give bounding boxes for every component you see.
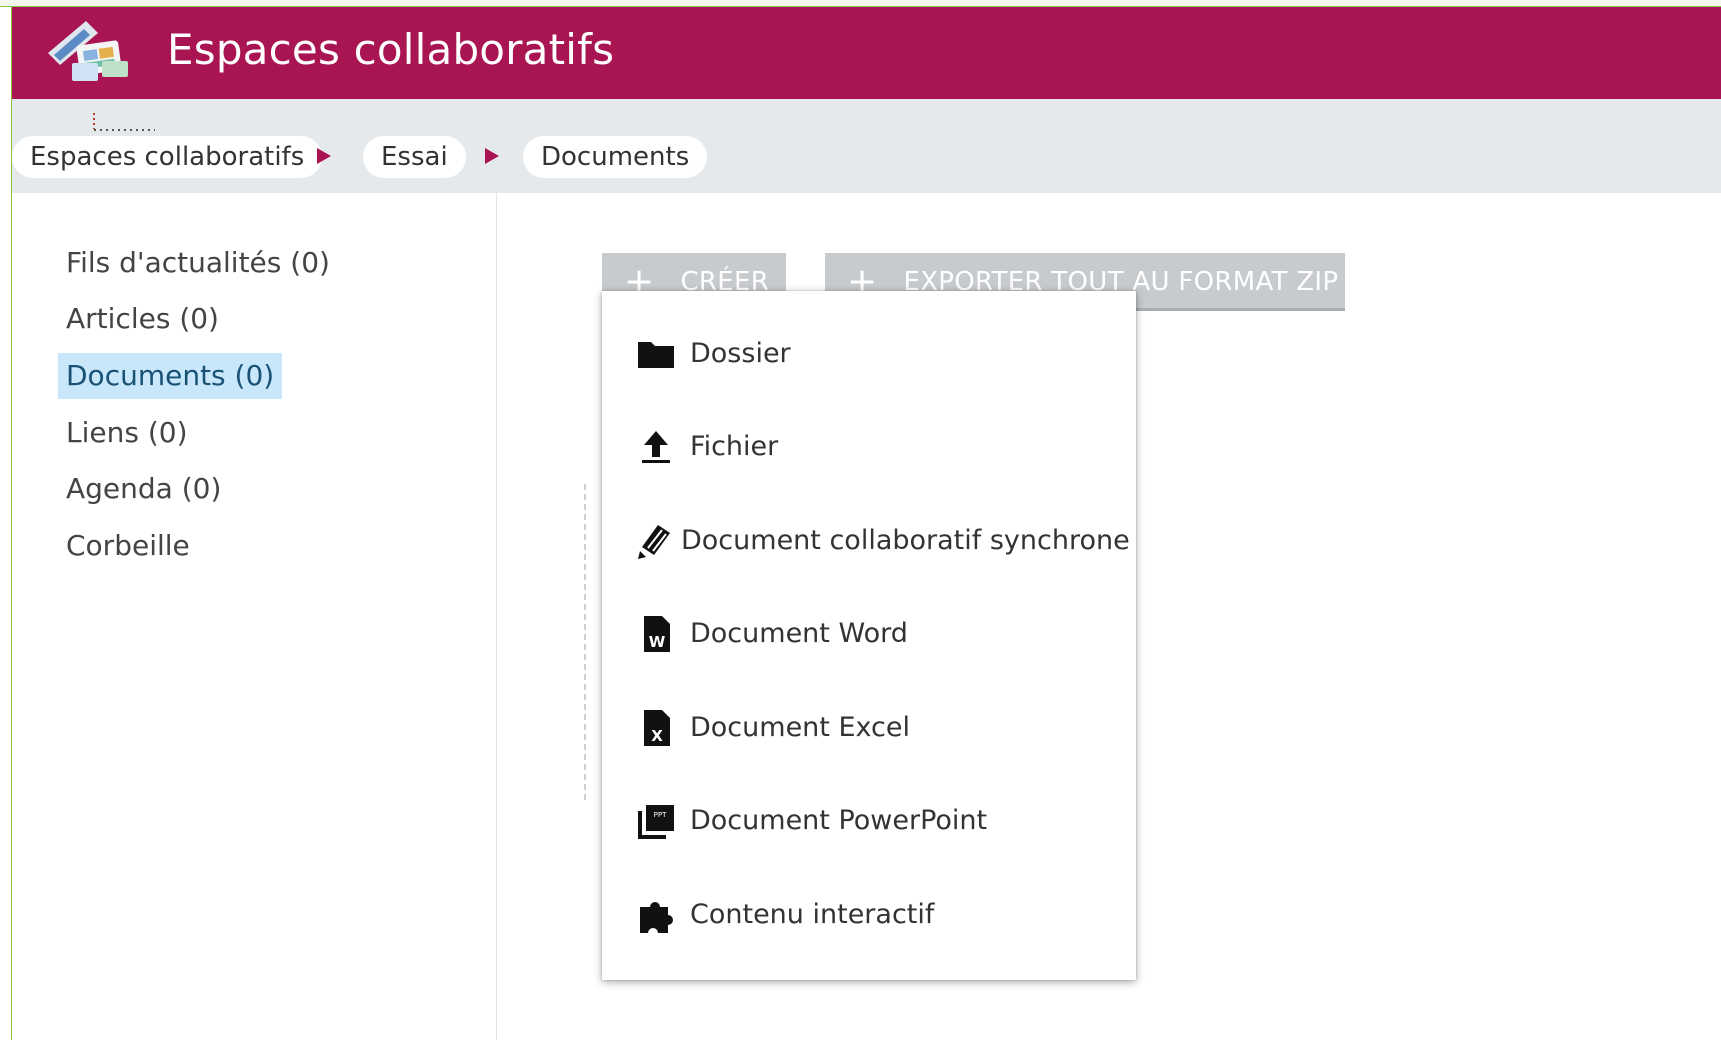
- powerpoint-doc-icon: PPT: [638, 805, 674, 839]
- menu-item-label: Document PowerPoint: [690, 805, 988, 836]
- folder-icon: [638, 342, 674, 368]
- dotted-focus-marker: [93, 113, 155, 131]
- sidebar-item-documents[interactable]: Documents (0): [58, 353, 283, 399]
- app-window: Espaces collaboratifs Espaces collaborat…: [0, 0, 1721, 1040]
- app-title: Espaces collaboratifs: [167, 25, 615, 74]
- menu-item-dossier[interactable]: Dossier: [602, 314, 1136, 394]
- menu-item-fichier[interactable]: Fichier: [602, 407, 1136, 487]
- menu-item-contenu-interactif[interactable]: Contenu interactif: [602, 875, 1136, 955]
- sidebar-item-fils-actualites[interactable]: Fils d'actualités (0): [58, 240, 338, 286]
- breadcrumb-item-espaces[interactable]: Espaces collaboratifs: [12, 136, 323, 178]
- puzzle-icon: [640, 902, 673, 933]
- window-top-edge: [0, 0, 1721, 7]
- menu-item-label: Document collaboratif synchrone: [681, 525, 1130, 556]
- svg-text:PPT: PPT: [654, 811, 667, 819]
- breadcrumb-separator-icon: [317, 148, 331, 164]
- menu-item-label: Contenu interactif: [690, 899, 935, 930]
- app-header: Espaces collaboratifs: [12, 7, 1721, 99]
- menu-item-label: Dossier: [690, 338, 791, 369]
- menu-item-document-powerpoint[interactable]: PPT Document PowerPoint: [602, 781, 1136, 861]
- menu-item-label: Fichier: [690, 431, 779, 462]
- breadcrumb-item-essai[interactable]: Essai: [363, 136, 466, 178]
- breadcrumb-item-documents[interactable]: Documents: [523, 136, 708, 178]
- create-menu: Dossier Fichier Document collaboratif sy…: [602, 291, 1136, 980]
- svg-text:W: W: [649, 633, 666, 651]
- excel-doc-icon: X: [644, 710, 670, 746]
- menu-item-label: Document Word: [690, 618, 908, 649]
- menu-item-document-collaboratif-synchrone[interactable]: Document collaboratif synchrone: [602, 501, 1136, 581]
- sync-doc-icon: [638, 525, 670, 559]
- menu-item-document-excel[interactable]: X Document Excel: [602, 688, 1136, 768]
- sidebar-item-agenda[interactable]: Agenda (0): [58, 466, 229, 512]
- drop-zone-border: [584, 484, 588, 800]
- upload-icon: [642, 431, 670, 463]
- svg-text:X: X: [651, 727, 663, 745]
- word-doc-icon: W: [644, 616, 670, 652]
- sidebar-item-corbeille[interactable]: Corbeille: [58, 523, 198, 569]
- sidebar-item-articles[interactable]: Articles (0): [58, 296, 227, 342]
- breadcrumb-separator-icon: [485, 148, 499, 164]
- app-logo: [48, 21, 128, 81]
- menu-item-label: Document Excel: [690, 712, 910, 743]
- menu-item-document-word[interactable]: W Document Word: [602, 594, 1136, 674]
- window-left-edge: [0, 0, 12, 1040]
- sidebar-item-liens[interactable]: Liens (0): [58, 410, 196, 456]
